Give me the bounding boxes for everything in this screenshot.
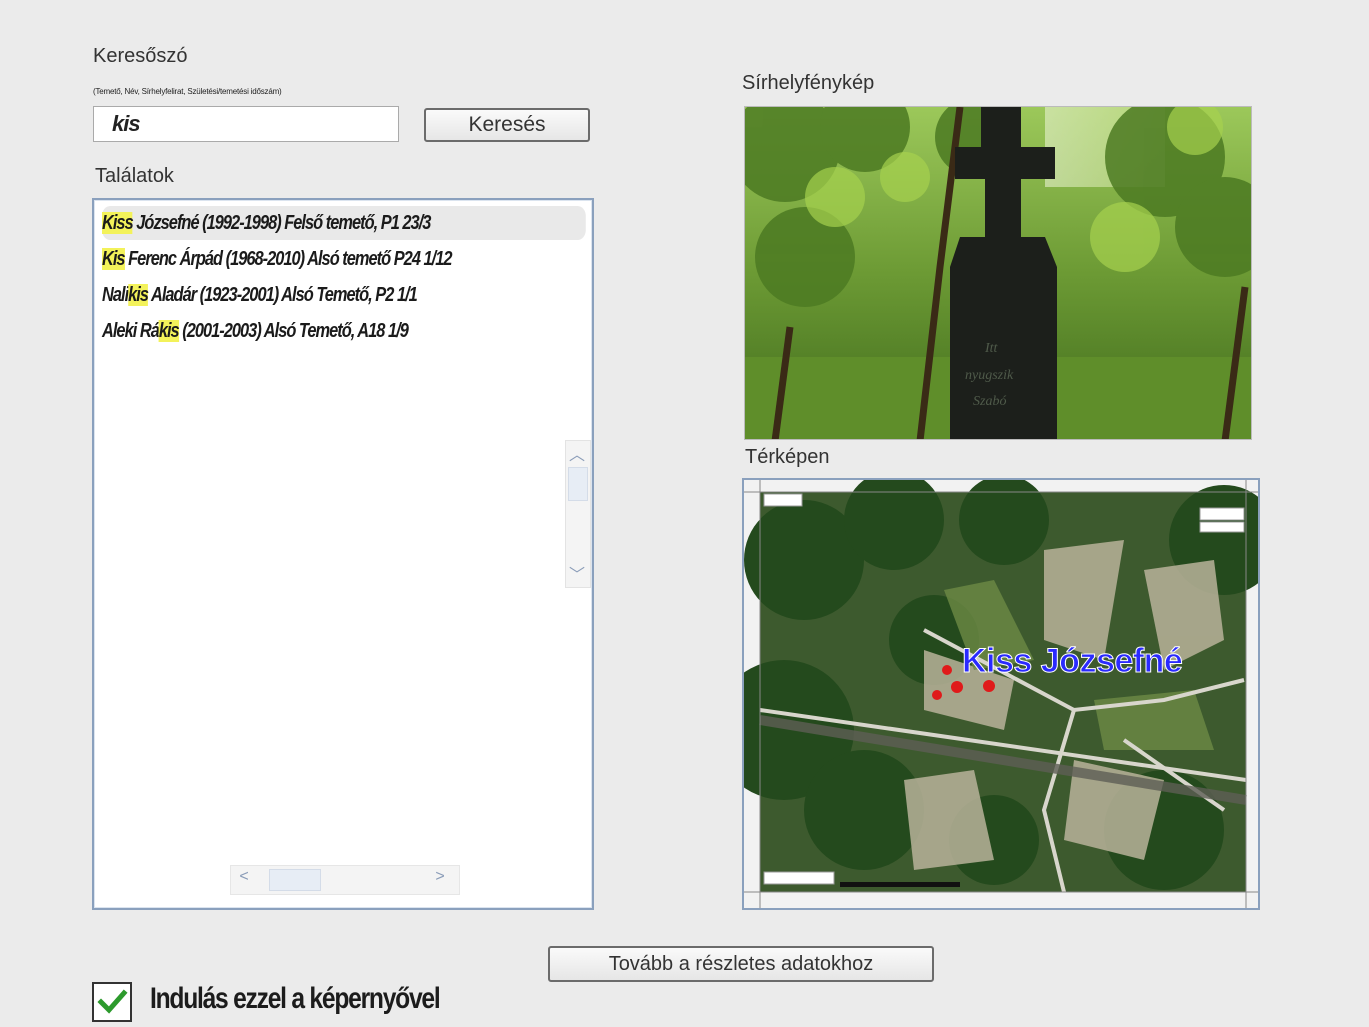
match-highlight: kis — [128, 284, 149, 306]
search-label: Keresőszó — [93, 45, 188, 67]
match-highlight: kis — [158, 320, 180, 342]
scroll-thumb[interactable] — [568, 467, 588, 501]
match-highlight: Kiss — [102, 212, 134, 234]
map-label: Térképen — [745, 446, 830, 468]
details-button[interactable]: Tovább a részletes adatokhoz — [548, 946, 934, 982]
results-vertical-scrollbar[interactable]: ︿ ﹀ — [565, 440, 591, 588]
results-list[interactable]: Kiss Józsefné (1992-1998) Felső temető, … — [92, 198, 594, 910]
scroll-thumb[interactable] — [269, 869, 321, 891]
svg-text:nyugszik: nyugszik — [965, 368, 1014, 383]
startup-checkbox[interactable] — [92, 982, 132, 1022]
scroll-down-icon[interactable]: ﹀ — [566, 561, 588, 585]
results-label: Találatok — [95, 165, 174, 187]
search-button[interactable]: Keresés — [424, 108, 590, 142]
search-hint: (Temető, Név, Sírhelyfelirat, Születési/… — [93, 87, 282, 96]
result-row[interactable]: Kis Ferenc Árpád (1968-2010) Alsó temető… — [102, 242, 499, 276]
scroll-up-icon[interactable]: ︿ — [566, 441, 588, 465]
svg-text:Szabó: Szabó — [973, 394, 1006, 409]
map-marker-label: Kiss Józsefné — [961, 642, 1183, 681]
checkmark-icon — [97, 989, 128, 1014]
result-row[interactable]: Kiss Józsefné (1992-1998) Felső temető, … — [102, 206, 586, 240]
svg-text:Itt: Itt — [984, 341, 999, 356]
startup-checkbox-label[interactable]: Indulás ezzel a képernyővel — [150, 982, 441, 1016]
scroll-right-icon[interactable]: > — [429, 868, 451, 886]
scroll-left-icon[interactable]: < — [233, 868, 255, 886]
match-highlight: Kis — [102, 248, 126, 270]
map-panel[interactable]: Kiss Józsefné — [742, 478, 1260, 910]
result-row[interactable]: Aleki Rákis (2001-2003) Alsó Temető, A18… — [102, 314, 499, 348]
results-horizontal-scrollbar[interactable]: < > — [230, 865, 460, 895]
grave-photo: Itt nyugszik Szabó — [744, 106, 1252, 440]
photo-label: Sírhelyfénykép — [742, 72, 875, 94]
result-row[interactable]: Nalikis Aladár (1923-2001) Alsó Temető, … — [102, 278, 499, 312]
search-input[interactable]: kis — [93, 106, 399, 142]
